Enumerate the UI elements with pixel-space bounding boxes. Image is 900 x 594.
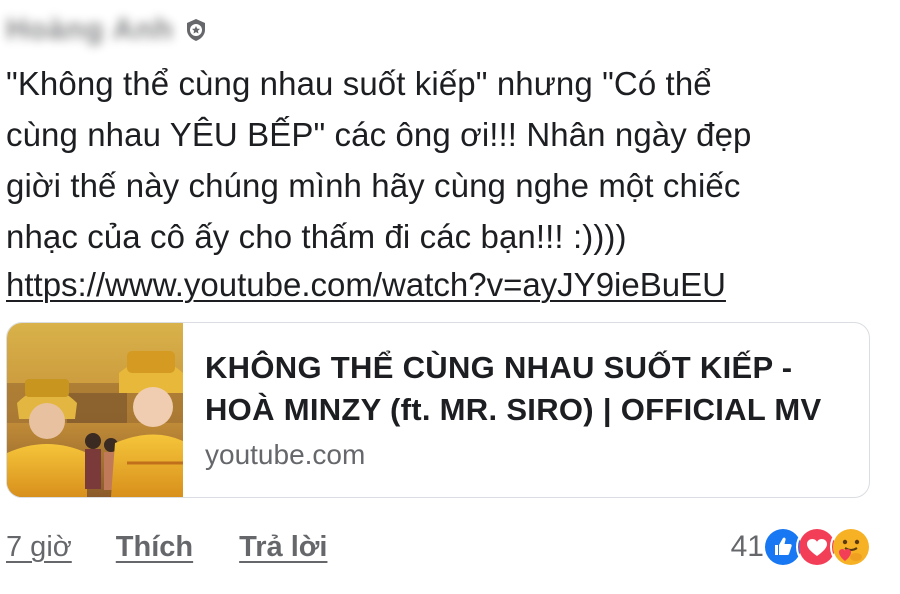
link-preview-title[interactable]: KHÔNG THỂ CÙNG NHAU SUỐT KIẾP - HOÀ MINZ… <box>205 347 845 431</box>
reply-button[interactable]: Trả lời <box>239 531 327 564</box>
verified-badge-icon <box>184 18 208 42</box>
reaction-count[interactable]: 41 <box>731 530 764 564</box>
like-button[interactable]: Thích <box>116 531 193 564</box>
reaction-summary[interactable]: 41 <box>731 524 872 570</box>
comment-actions: 7 giờ Thích Trả lời <box>6 524 373 570</box>
comment-text: "Không thể cùng nhau suốt kiếp" nhưng "C… <box>6 65 752 255</box>
video-thumbnail[interactable] <box>7 323 183 497</box>
comment-timestamp[interactable]: 7 giờ <box>6 531 72 564</box>
comment-link[interactable]: https://www.youtube.com/watch?v=ayJY9ieB… <box>6 262 726 308</box>
link-preview-card[interactable]: KHÔNG THỂ CÙNG NHAU SUỐT KIẾP - HOÀ MINZ… <box>6 322 870 498</box>
care-icon <box>830 526 872 568</box>
link-preview-domain: youtube.com <box>205 439 366 470</box>
author-name[interactable]: Hoàng Anh <box>6 13 174 47</box>
comment-author[interactable]: Hoàng Anh <box>6 10 208 50</box>
